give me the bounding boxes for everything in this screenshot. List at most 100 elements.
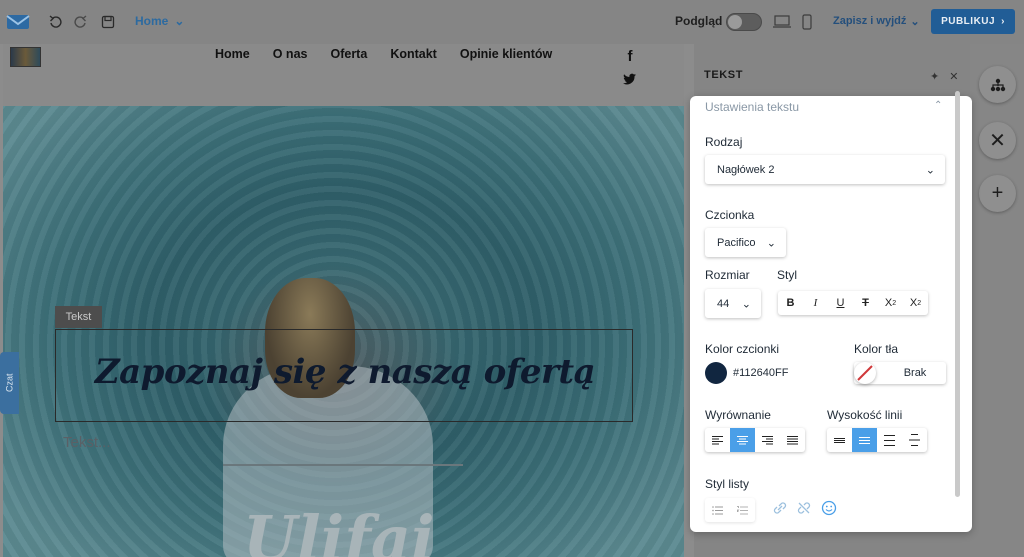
font-color-swatch[interactable] xyxy=(705,362,727,384)
chat-label: Czat xyxy=(4,373,15,393)
save-icon[interactable] xyxy=(98,12,118,32)
align-left-icon[interactable] xyxy=(705,428,730,452)
align-center-icon[interactable] xyxy=(730,428,755,452)
site-navbar: Home O nas Oferta Kontakt Opinie klientó… xyxy=(3,44,684,106)
align-right-icon[interactable] xyxy=(755,428,780,452)
line-height-label: Wysokość linii xyxy=(827,408,903,422)
headline-text[interactable]: Zapoznaj się z naszą ofertą xyxy=(56,352,634,392)
italic-button[interactable]: I xyxy=(803,291,828,315)
bold-button[interactable]: B xyxy=(778,291,803,315)
font-select[interactable]: Pacifico ⌄ xyxy=(705,228,786,257)
selected-text-element[interactable]: Zapoznaj się z naszą ofertą xyxy=(55,329,633,422)
list-style-label: Styl listy xyxy=(705,477,750,491)
preview-label: Podgląd xyxy=(675,14,723,28)
alignment-label: Wyrównanie xyxy=(705,408,771,422)
page-canvas[interactable]: Home O nas Oferta Kontakt Opinie klientó… xyxy=(3,44,684,557)
editor-root: Home ⌄ Podgląd Zapisz i wyjdź ⌄ PUBLIKUJ… xyxy=(0,0,1024,557)
save-exit-button[interactable]: Zapisz i wyjdź ⌄ xyxy=(833,15,920,28)
site-nav: Home O nas Oferta Kontakt Opinie klientó… xyxy=(215,47,552,61)
font-color-value: #112640FF xyxy=(733,367,789,379)
chevron-up-icon[interactable]: ⌃ xyxy=(934,100,942,111)
size-select[interactable]: 44 ⌄ xyxy=(705,289,761,318)
align-justify-icon[interactable] xyxy=(780,428,805,452)
text-placeholder[interactable]: Tekst... xyxy=(63,434,111,451)
underline-button[interactable]: U xyxy=(828,291,853,315)
size-label: Rozmiar xyxy=(705,268,750,282)
next-heading[interactable]: Ulifai xyxy=(243,502,435,557)
nav-item-contact[interactable]: Kontakt xyxy=(390,47,437,61)
mail-logo-icon[interactable] xyxy=(6,12,30,32)
close-editor-button[interactable]: ✕ xyxy=(979,122,1016,159)
type-select[interactable]: Nagłówek 2 ⌄ xyxy=(705,155,945,184)
save-exit-label: Zapisz i wyjdź xyxy=(833,15,907,27)
chevron-down-icon: ⌄ xyxy=(925,164,935,176)
nav-item-about[interactable]: O nas xyxy=(273,47,308,61)
site-logo[interactable] xyxy=(10,47,41,67)
chevron-down-icon: ⌄ xyxy=(910,16,920,28)
desktop-view-icon[interactable] xyxy=(772,12,792,32)
page-select[interactable]: Home ⌄ xyxy=(135,14,184,28)
close-icon: ✕ xyxy=(989,130,1006,152)
text-element-tag: Tekst xyxy=(55,306,102,328)
right-rail: ✕ + xyxy=(970,44,1024,557)
social-links: f xyxy=(623,48,637,85)
facebook-icon[interactable]: f xyxy=(628,48,633,65)
type-label: Rodzaj xyxy=(705,135,743,149)
chevron-down-icon: ⌄ xyxy=(174,14,185,28)
superscript-button[interactable]: X2 xyxy=(903,291,928,315)
pin-icon[interactable]: ✦ xyxy=(930,70,939,83)
bg-color-label: Kolor tła xyxy=(854,342,899,356)
unlink-icon[interactable] xyxy=(796,501,812,520)
text-settings-card: Ustawienia tekstu ⌃ Rodzaj Nagłówek 2 ⌄ … xyxy=(690,91,972,532)
sitemap-icon xyxy=(990,78,1005,91)
line-height-wide-icon[interactable] xyxy=(877,428,902,452)
publish-label: PUBLIKUJ xyxy=(941,16,996,27)
plus-icon: + xyxy=(991,182,1004,204)
page-select-value: Home xyxy=(135,14,169,28)
bullet-list-icon[interactable] xyxy=(705,498,730,522)
text-settings-title[interactable]: Ustawienia tekstu xyxy=(705,100,799,114)
numbered-list-icon[interactable] xyxy=(730,498,755,522)
text-style-buttons: B I U T X2 X2 xyxy=(778,291,928,315)
type-select-value: Nagłówek 2 xyxy=(717,163,775,176)
publish-button[interactable]: PUBLIKUJ › xyxy=(931,9,1015,34)
chat-tab[interactable]: Czat xyxy=(0,352,19,414)
redo-icon[interactable] xyxy=(70,12,90,32)
line-height-widest-icon[interactable] xyxy=(902,428,927,452)
font-select-value: Pacifico xyxy=(717,236,756,249)
subscript-button[interactable]: X2 xyxy=(878,291,903,315)
list-style-buttons xyxy=(705,498,755,522)
nav-item-reviews[interactable]: Opinie klientów xyxy=(460,47,552,61)
twitter-icon[interactable] xyxy=(623,73,637,85)
link-icon[interactable] xyxy=(772,501,788,520)
top-toolbar: Home ⌄ Podgląd Zapisz i wyjdź ⌄ PUBLIKUJ… xyxy=(0,0,1024,44)
strikethrough-button[interactable]: T xyxy=(853,291,878,315)
font-label: Czcionka xyxy=(705,208,755,222)
sitemap-button[interactable] xyxy=(979,66,1016,103)
nav-item-offer[interactable]: Oferta xyxy=(330,47,367,61)
mobile-view-icon[interactable] xyxy=(797,12,817,32)
bg-color-value: Brak xyxy=(903,367,927,379)
alignment-buttons xyxy=(705,428,805,452)
no-color-swatch-icon[interactable] xyxy=(854,362,876,384)
nav-item-home[interactable]: Home xyxy=(215,47,250,61)
preview-toggle[interactable] xyxy=(726,13,762,31)
close-icon[interactable]: ✕ xyxy=(949,70,958,83)
chevron-down-icon: ⌄ xyxy=(741,298,751,310)
side-panel-title: TEKST xyxy=(704,69,744,81)
undo-icon[interactable] xyxy=(46,12,66,32)
panel-scrollbar[interactable] xyxy=(955,91,960,497)
emoji-icon[interactable] xyxy=(821,500,837,521)
superscript-label: X xyxy=(909,297,918,309)
line-height-tight-icon[interactable] xyxy=(827,428,852,452)
style-label: Styl xyxy=(777,268,798,282)
add-element-button[interactable]: + xyxy=(979,175,1016,212)
font-color-label: Kolor czcionki xyxy=(705,342,780,356)
chevron-down-icon: ⌄ xyxy=(766,237,776,249)
line-height-normal-icon[interactable] xyxy=(852,428,877,452)
line-height-buttons xyxy=(827,428,927,452)
chevron-right-icon: › xyxy=(1001,16,1005,27)
size-select-value: 44 xyxy=(717,297,730,310)
side-panel-controls: ✦ ✕ xyxy=(930,70,958,83)
subscript-label: X xyxy=(884,297,893,309)
